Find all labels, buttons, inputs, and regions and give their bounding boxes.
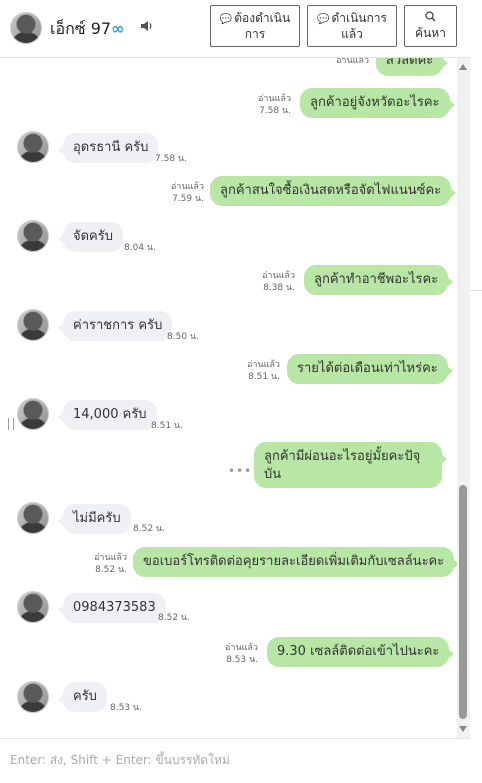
contact-name-suffix: ∞ [111, 19, 125, 38]
done-label-2: แล้ว [341, 27, 363, 41]
message-time: 8.52 น. [133, 524, 165, 534]
message-bubble-out[interactable]: รายได้ต่อเดือนเท่าไหร่คะ [287, 354, 453, 384]
typing-indicator: ••• [228, 464, 253, 478]
scrollbar[interactable] [457, 58, 470, 738]
sender-avatar[interactable] [17, 502, 49, 534]
message-bubble-out[interactable]: ลูกค้ามีผ่อนอะไรอยู่มั้ยคะปัจุบัน [254, 442, 447, 488]
read-status: อ่านแล้ว 8.51 น. [247, 360, 280, 382]
message-text: ลูกค้ามีผ่อนอะไรอยู่มั้ยคะปัจุบัน [264, 449, 421, 482]
sender-avatar[interactable] [17, 681, 49, 713]
message-bubble-out[interactable]: 9.30 เซลล์ติดต่อเข้าไปนะคะ [267, 637, 455, 667]
message-composer [0, 738, 470, 783]
message-text: ครับ [73, 689, 97, 704]
message-time: 8.51 น. [151, 421, 183, 431]
message-bubble-in[interactable]: จัดครับ [58, 222, 123, 252]
message-bubble-out[interactable]: ลูกค้าอยู่จังหวัดอะไรคะ [300, 88, 455, 118]
read-status: อ่านแล้ว 7.59 น. [171, 182, 204, 204]
scrollbar-thumb[interactable] [459, 485, 467, 719]
scroll-up-arrow-icon[interactable] [459, 64, 467, 70]
message-time: 8.53 น. [110, 703, 142, 713]
message-input[interactable] [8, 747, 462, 773]
speaker-icon[interactable] [139, 19, 153, 33]
message-list[interactable]: สวัสดีค่ะ อ่านแล้ว อ่านแล้ว 7.58 น. ลูกค้… [0, 58, 457, 738]
message-time: 8.04 น. [124, 243, 156, 253]
sender-avatar[interactable] [17, 591, 49, 623]
todo-label-1: ต้องดำเนิน [234, 11, 291, 25]
message-time: 7.58 น. [155, 154, 187, 164]
contact-name: เอ็กซ์ 97∞ [50, 17, 124, 42]
read-status: อ่านแล้ว [336, 58, 369, 66]
message-text: ไม่มีครับ [73, 511, 121, 526]
scroll-down-arrow-icon[interactable] [459, 726, 467, 732]
done-label-1: ดำเนินการ [331, 11, 387, 25]
panel-divider [470, 290, 482, 291]
todo-label-2: การ [244, 27, 266, 41]
message-bubble-in[interactable]: 0984373583 [58, 593, 166, 623]
message-text: อุดรธานี ครับ [73, 140, 149, 155]
contact-name-text: เอ็กซ์ 97 [50, 19, 112, 38]
contact-avatar[interactable] [10, 12, 42, 44]
message-bubble-in[interactable]: ค่าราชการ ครับ [57, 311, 173, 341]
message-text: 0984373583 [73, 600, 156, 615]
message-bubble-out[interactable]: ลูกค้าทำอาชีพอะไรคะ [304, 265, 454, 295]
message-text: จัดครับ [73, 229, 113, 244]
todo-button[interactable]: 💬 ต้องดำเนิน การ [210, 5, 300, 47]
message-text: ค่าราชการ ครับ [73, 318, 163, 333]
message-bubble-in[interactable]: ไม่มีครับ [58, 504, 131, 534]
read-status: อ่านแล้ว 8.52 น. [94, 553, 127, 575]
sender-avatar[interactable] [17, 131, 49, 163]
sender-avatar[interactable] [17, 398, 49, 430]
message-bubble-out[interactable]: สวัสดีค่ะ [376, 58, 449, 76]
message-bubble-in[interactable]: อุดรธานี ครับ [57, 133, 159, 163]
read-status: อ่านแล้ว 8.38 น. [262, 271, 295, 293]
message-bubble-out[interactable]: ขอเบอร์โทรติดต่อคุยรายละเอียดเพิ่มเติมกั… [133, 547, 457, 577]
message-text: 9.30 เซลล์ติดต่อเข้าไปนะคะ [277, 644, 440, 659]
message-bubble-in[interactable]: 14,000 ครับ [58, 400, 157, 430]
message-bubble-in[interactable]: ครับ [58, 682, 107, 712]
search-label: ค้นหา [415, 26, 446, 40]
message-text: 14,000 ครับ [73, 407, 147, 422]
message-time: 8.50 น. [167, 332, 199, 342]
sender-avatar[interactable] [17, 309, 49, 341]
resize-handle[interactable] [8, 418, 14, 430]
message-text: ขอเบอร์โทรติดต่อคุยรายละเอียดเพิ่มเติมกั… [143, 554, 445, 569]
chat-header: เอ็กซ์ 97∞ 💬 ต้องดำเนิน การ 💬 ดำเนินการ แล… [0, 0, 470, 58]
comment-check-icon: 💬 [317, 14, 330, 25]
comment-icon: 💬 [219, 14, 233, 25]
read-status: อ่านแล้ว 7.58 น. [258, 94, 291, 116]
message-bubble-out[interactable]: ลูกค้าสนใจซื้อเงินสดหรือจัดไฟแนนซ์คะ [210, 176, 457, 206]
message-time: 8.52 น. [158, 613, 190, 623]
read-status: อ่านแล้ว 8.53 น. [225, 643, 258, 665]
sender-avatar[interactable] [17, 220, 49, 252]
message-text: ลูกค้าทำอาชีพอะไรคะ [314, 272, 439, 287]
message-text: สวัสดีค่ะ [386, 58, 434, 68]
done-button[interactable]: 💬 ดำเนินการ แล้ว [307, 5, 397, 47]
message-text: รายได้ต่อเดือนเท่าไหร่คะ [297, 361, 438, 376]
search-icon [425, 11, 436, 22]
message-text: ลูกค้าอยู่จังหวัดอะไรคะ [310, 95, 440, 110]
search-button[interactable]: ค้นหา [404, 5, 457, 47]
message-text: ลูกค้าสนใจซื้อเงินสดหรือจัดไฟแนนซ์คะ [220, 183, 442, 198]
